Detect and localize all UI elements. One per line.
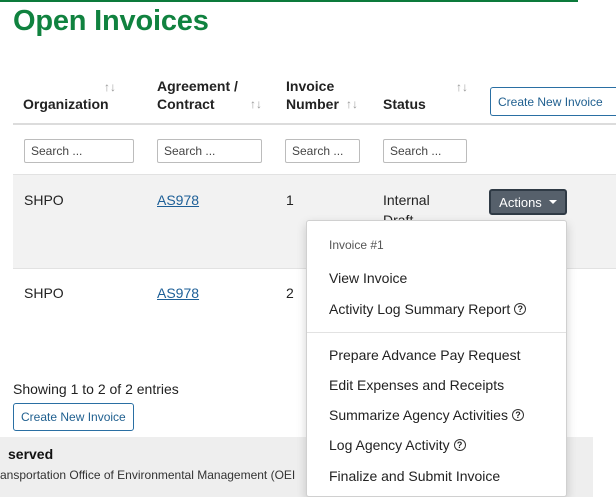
column-label-contract-line1: Agreement / [157,78,238,94]
menu-item-label: Summarize Agency Activities [329,407,508,423]
column-label-invoice-line1: Invoice [286,78,335,94]
contract-link[interactable]: AS978 [157,283,199,303]
search-input-organization[interactable] [24,139,134,163]
column-label-status: Status [383,96,426,112]
table-header-divider [13,123,616,125]
column-label-organization: Organization [23,96,109,112]
menu-item-edit-expenses-and-receipts[interactable]: Edit Expenses and Receipts [329,377,504,393]
actions-button[interactable]: Actions [489,189,567,215]
cell-status: Internal Draft [383,190,430,220]
menu-item-label: Finalize and Submit Invoice [329,468,501,484]
column-header-organization[interactable]: Organization [23,95,109,113]
menu-item-label: Edit Expenses and Receipts [329,377,505,393]
menu-item-label: Log Agency Activity [329,437,450,453]
entries-summary: Showing 1 to 2 of 2 entries [13,381,179,397]
status-line2: Draft [383,212,414,220]
menu-item-log-agency-activity[interactable]: Log Agency Activity ? [329,437,466,453]
sort-icon[interactable]: ↑↓ [346,97,358,111]
dropdown-divider [307,332,566,333]
caret-down-icon [548,200,557,204]
actions-label: Actions [499,194,542,210]
menu-item-label: Prepare Advance Pay Request [329,347,521,363]
cell-organization: SHPO [24,285,64,301]
column-header-invoice-number[interactable]: Invoice Number [286,77,339,113]
search-input-invoice-number[interactable] [285,139,360,163]
menu-item-prepare-advance-pay-request[interactable]: Prepare Advance Pay Request [329,347,520,363]
help-icon[interactable]: ? [514,303,527,315]
column-label-contract-line2: Contract [157,96,215,112]
footer-text: ansportation Office of Environmental Man… [0,468,296,482]
footer-title: served [8,446,54,462]
create-new-invoice-button-header[interactable]: Create New Invoice [490,87,616,116]
status-line1: Internal [383,192,430,208]
contract-link[interactable]: AS978 [157,190,199,210]
column-header-contract[interactable]: Agreement / Contract [157,77,238,113]
search-input-contract[interactable] [157,139,262,163]
top-rule [0,0,578,2]
menu-item-activity-log-summary-report[interactable]: Activity Log Summary Report ? [329,301,527,317]
actions-dropdown-menu: Invoice #1 View Invoice Activity Log Sum… [306,220,567,497]
cell-invoice-number: 1 [286,192,294,208]
menu-item-summarize-agency-activities[interactable]: Summarize Agency Activities ? [329,407,524,423]
cell-organization: SHPO [24,192,64,208]
create-new-invoice-button[interactable]: Create New Invoice [13,403,134,431]
help-icon[interactable]: ? [453,439,466,451]
cell-invoice-number: 2 [286,285,294,301]
page-title: Open Invoices [13,5,209,37]
sort-icon[interactable]: ↑↓ [456,80,468,94]
menu-item-finalize-and-submit-invoice[interactable]: Finalize and Submit Invoice [329,468,500,484]
search-input-status[interactable] [383,139,467,163]
menu-item-view-invoice[interactable]: View Invoice [329,270,407,286]
menu-item-label: View Invoice [329,270,408,286]
dropdown-header: Invoice #1 [329,238,384,252]
sort-icon[interactable]: ↑↓ [250,97,262,111]
menu-item-label: Activity Log Summary Report [329,301,511,317]
column-header-status[interactable]: Status [383,95,426,113]
help-icon[interactable]: ? [511,409,524,421]
column-label-invoice-line2: Number [286,96,339,112]
sort-icon[interactable]: ↑↓ [104,80,116,94]
